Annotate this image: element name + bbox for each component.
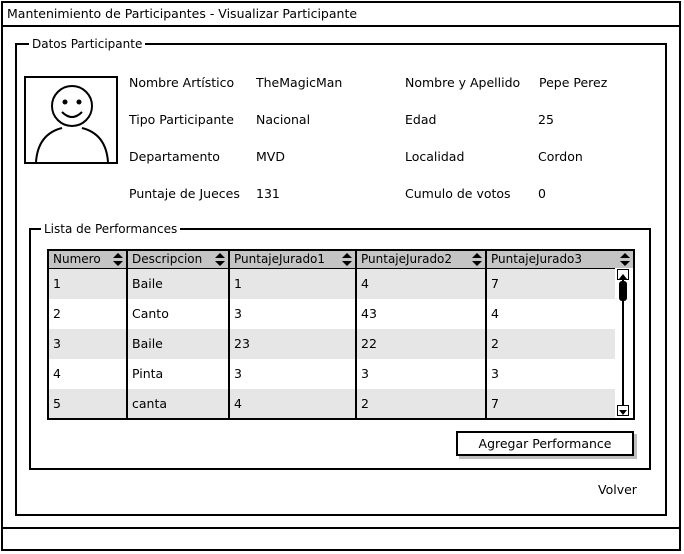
field-label-edad: Edad xyxy=(405,112,437,127)
field-value-departamento: MVD xyxy=(256,149,285,164)
field-label-nombre-apellido: Nombre y Apellido xyxy=(405,75,521,90)
arrow-up-icon xyxy=(619,274,627,279)
table-cell: 3 xyxy=(491,366,499,381)
column-header-label: PuntajeJurado1 xyxy=(234,252,326,266)
column-header-numero[interactable]: Numero xyxy=(49,251,128,268)
arrow-down-icon xyxy=(619,410,627,415)
table-cell: 3 xyxy=(53,336,61,351)
field-value-nombre-apellido: Pepe Perez xyxy=(539,75,608,90)
datos-participante-legend: Datos Participante xyxy=(29,36,146,52)
table-cell: 4 xyxy=(491,306,499,321)
scroll-down-button[interactable] xyxy=(617,405,629,416)
column-header-label: PuntajeJurado3 xyxy=(491,252,583,266)
table-cell: 4 xyxy=(53,366,61,381)
table-cell: 2 xyxy=(53,306,61,321)
column-header-label: Numero xyxy=(53,252,101,266)
participant-avatar xyxy=(24,76,118,164)
table-row[interactable]: 1 Baile 1 4 7 xyxy=(49,269,617,299)
scrollbar-thumb[interactable] xyxy=(619,281,627,301)
window-title: Mantenimiento de Participantes - Visuali… xyxy=(3,3,679,27)
sort-updown-icon[interactable] xyxy=(620,253,630,266)
table-cell: 1 xyxy=(234,276,242,291)
column-header-label: PuntajeJurado2 xyxy=(361,252,453,266)
table-cell: 7 xyxy=(491,276,499,291)
sort-updown-icon[interactable] xyxy=(342,253,352,266)
table-cell: 43 xyxy=(361,306,377,321)
table-cell: 2 xyxy=(361,396,369,411)
status-bar xyxy=(3,527,679,549)
column-divider xyxy=(126,268,128,418)
table-row[interactable]: 4 Pinta 3 3 3 xyxy=(49,359,617,389)
table-cell: 3 xyxy=(234,306,242,321)
table-cell: 2 xyxy=(491,336,499,351)
table-row[interactable]: 3 Baile 23 22 2 xyxy=(49,329,617,359)
table-cell: 7 xyxy=(491,396,499,411)
performances-legend: Lista de Performances xyxy=(41,221,181,237)
back-link[interactable]: Volver xyxy=(598,482,637,497)
column-header-puntaje-jurado1[interactable]: PuntajeJurado1 xyxy=(230,251,357,268)
table-cell: 5 xyxy=(53,396,61,411)
field-label-nombre-artistico: Nombre Artístico xyxy=(129,75,235,90)
table-cell: Pinta xyxy=(132,366,164,381)
column-header-puntaje-jurado3[interactable]: PuntajeJurado3 xyxy=(487,251,633,268)
column-divider xyxy=(228,268,230,418)
table-row[interactable]: 5 canta 4 2 7 xyxy=(49,389,617,418)
performances-table[interactable]: Numero Descripcion PuntajeJurado1 Puntaj… xyxy=(47,249,635,420)
user-avatar-icon xyxy=(35,85,109,163)
sort-updown-icon[interactable] xyxy=(113,253,123,266)
table-cell: 3 xyxy=(234,366,242,381)
field-value-cumulo-votos: 0 xyxy=(538,186,546,201)
table-cell: canta xyxy=(132,396,168,411)
field-label-puntaje-jueces: Puntaje de Jueces xyxy=(129,186,240,201)
column-header-descripcion[interactable]: Descripcion xyxy=(128,251,230,268)
table-header: Numero Descripcion PuntajeJurado1 Puntaj… xyxy=(49,251,633,269)
table-cell: 23 xyxy=(234,336,250,351)
field-value-edad: 25 xyxy=(538,112,554,127)
table-cell: 22 xyxy=(361,336,377,351)
scroll-up-button[interactable] xyxy=(617,269,629,280)
field-value-localidad: Cordon xyxy=(538,149,583,164)
column-divider xyxy=(355,268,357,418)
column-header-puntaje-jurado2[interactable]: PuntajeJurado2 xyxy=(357,251,487,268)
table-cell: Baile xyxy=(132,276,163,291)
table-cell: Baile xyxy=(132,336,163,351)
table-cell: 1 xyxy=(53,276,61,291)
table-row[interactable]: 2 Canto 3 43 4 xyxy=(49,299,617,329)
sort-updown-icon[interactable] xyxy=(215,253,225,266)
table-cell: 4 xyxy=(361,276,369,291)
field-value-puntaje-jueces: 131 xyxy=(256,186,280,201)
field-label-cumulo-votos: Cumulo de votos xyxy=(405,186,511,201)
table-cell: Canto xyxy=(132,306,169,321)
field-label-tipo-participante: Tipo Participante xyxy=(129,112,234,127)
column-header-label: Descripcion xyxy=(132,252,203,266)
field-label-departamento: Departamento xyxy=(129,149,220,164)
add-performance-button[interactable]: Agregar Performance xyxy=(456,431,634,456)
sort-updown-icon[interactable] xyxy=(472,253,482,266)
field-value-nombre-artistico: TheMagicMan xyxy=(256,75,343,90)
table-scrollbar[interactable] xyxy=(615,268,633,418)
column-divider xyxy=(485,268,487,418)
field-value-tipo-participante: Nacional xyxy=(256,112,311,127)
field-label-localidad: Localidad xyxy=(405,149,465,164)
table-cell: 3 xyxy=(361,366,369,381)
table-cell: 4 xyxy=(234,396,242,411)
